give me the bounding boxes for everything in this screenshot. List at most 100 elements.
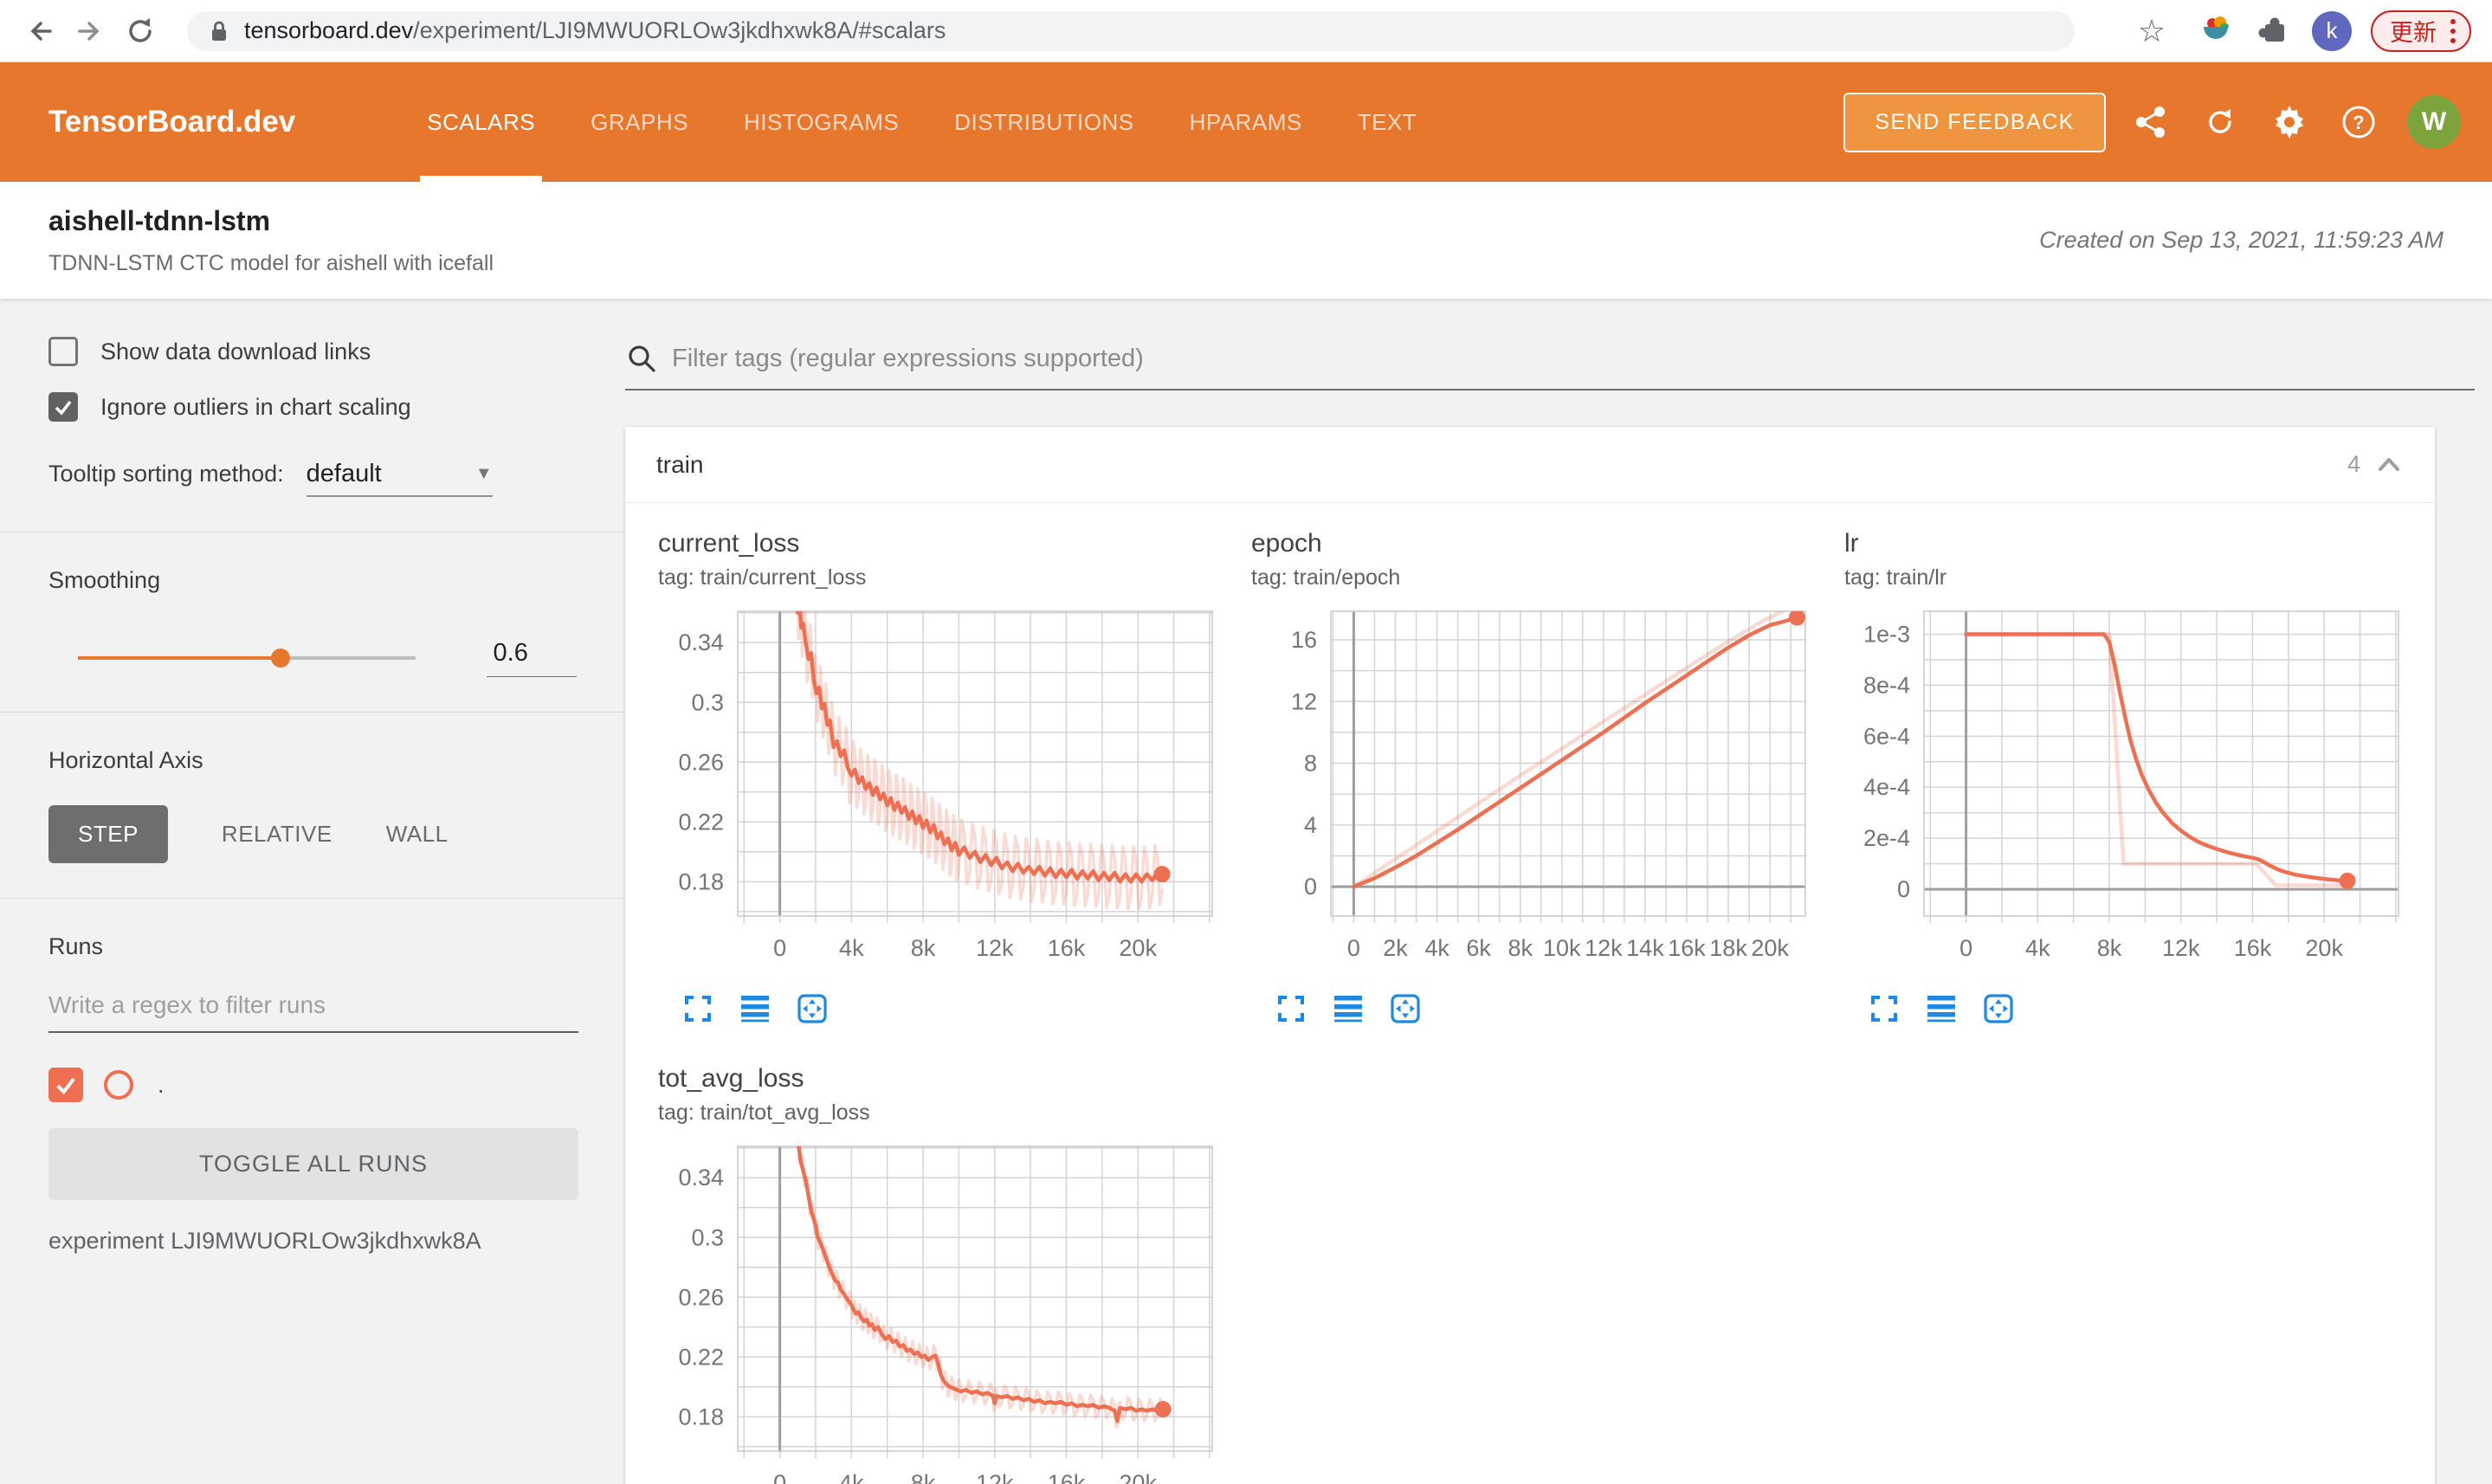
run-checkbox[interactable] bbox=[48, 1068, 83, 1102]
browser-toolbar: tensorboard.dev/experiment/LJI9MWUORLOw3… bbox=[0, 0, 2492, 62]
svg-text:0: 0 bbox=[1897, 876, 1910, 902]
reload-icon[interactable] bbox=[121, 12, 159, 50]
svg-text:12: 12 bbox=[1291, 688, 1317, 714]
settings-gear-icon[interactable] bbox=[2265, 98, 2314, 146]
fullscreen-icon[interactable] bbox=[1274, 991, 1308, 1026]
smoothing-value[interactable]: 0.6 bbox=[486, 639, 577, 677]
fullscreen-icon[interactable] bbox=[1867, 991, 1901, 1026]
tooltip-sorting-dropdown[interactable]: default ▼ bbox=[306, 460, 493, 497]
tag-group-count: 4 bbox=[2347, 451, 2360, 477]
toggle-all-runs-button[interactable]: TOGGLE ALL RUNS bbox=[48, 1128, 578, 1200]
app-logo: TensorBoard.dev bbox=[48, 105, 296, 139]
browser-menu-icon[interactable] bbox=[2450, 18, 2456, 43]
svg-text:16k: 16k bbox=[1048, 935, 1086, 961]
app-header: TensorBoard.dev SCALARS GRAPHS HISTOGRAM… bbox=[0, 62, 2492, 182]
back-icon[interactable] bbox=[21, 12, 59, 50]
scalar-chart-card: tot_avg_loss tag: train/tot_avg_loss 0.1… bbox=[658, 1064, 1230, 1484]
charts-grid: current_loss tag: train/current_loss 0.1… bbox=[625, 503, 2435, 1484]
tab-histograms[interactable]: HISTOGRAMS bbox=[725, 62, 918, 182]
lock-icon bbox=[212, 21, 226, 41]
tab-scalars[interactable]: SCALARS bbox=[408, 62, 554, 182]
svg-text:0.34: 0.34 bbox=[678, 629, 724, 655]
bookmark-star-icon[interactable]: ☆ bbox=[2137, 12, 2175, 50]
svg-text:12k: 12k bbox=[1585, 935, 1623, 961]
svg-text:16k: 16k bbox=[1668, 935, 1706, 961]
send-feedback-button[interactable]: SEND FEEDBACK bbox=[1843, 92, 2106, 152]
svg-text:?: ? bbox=[2353, 112, 2364, 133]
chart-canvas[interactable]: 0.18 0.22 0.26 0.3 0.34 0 4k 8k 12k 16k 20k bbox=[658, 601, 1230, 988]
svg-text:6e-4: 6e-4 bbox=[1863, 723, 1910, 749]
svg-text:16k: 16k bbox=[1048, 1470, 1086, 1484]
svg-text:4k: 4k bbox=[1424, 935, 1449, 961]
forward-icon[interactable] bbox=[71, 12, 109, 50]
ignore-outliers-checkbox[interactable] bbox=[48, 392, 78, 422]
experiment-id-line: experiment LJI9MWUORLOw3jkdhxwk8A bbox=[48, 1228, 481, 1254]
svg-text:2k: 2k bbox=[1383, 935, 1408, 961]
chart-canvas[interactable]: 0 4 8 12 16 0 2k 4k 6k 8k 10k 12k 14k 16k 18k 20k bbox=[1251, 601, 1823, 988]
extension-fruit-icon[interactable] bbox=[2199, 12, 2232, 49]
svg-text:20k: 20k bbox=[1119, 935, 1157, 961]
collapse-group-button[interactable] bbox=[2374, 453, 2404, 477]
svg-text:2e-4: 2e-4 bbox=[1863, 825, 1910, 851]
chart-canvas[interactable]: 0.18 0.22 0.26 0.3 0.34 0 4k 8k 12k 16k 20k bbox=[658, 1136, 1230, 1484]
url-text: tensorboard.dev/experiment/LJI9MWUORLOw3… bbox=[244, 17, 946, 43]
experiment-description: TDNN-LSTM CTC model for aishell with ice… bbox=[48, 250, 494, 275]
svg-text:18k: 18k bbox=[1709, 935, 1747, 961]
axis-wall-button[interactable]: WALL bbox=[386, 821, 449, 848]
runs-filter-input[interactable] bbox=[48, 991, 578, 1033]
smoothing-slider-thumb[interactable] bbox=[270, 648, 290, 668]
refresh-icon[interactable] bbox=[2196, 98, 2244, 146]
url-bar[interactable]: tensorboard.dev/experiment/LJI9MWUORLOw3… bbox=[187, 10, 2075, 51]
tag-group-card: train 4 current_loss tag: train/current_… bbox=[625, 427, 2435, 1484]
search-icon bbox=[629, 345, 655, 372]
tab-hparams[interactable]: HPARAMS bbox=[1171, 62, 1321, 182]
svg-text:0.3: 0.3 bbox=[691, 689, 724, 715]
svg-text:0.18: 0.18 bbox=[678, 868, 724, 894]
tab-graphs[interactable]: GRAPHS bbox=[571, 62, 707, 182]
help-icon[interactable]: ? bbox=[2334, 98, 2383, 146]
smoothing-label: Smoothing bbox=[48, 567, 161, 593]
scalar-chart-card: epoch tag: train/epoch 0 4 8 12 16 0 2k 4k 6k 8k 1… bbox=[1251, 529, 1823, 1026]
chrome-update-button[interactable]: 更新 bbox=[2371, 10, 2471, 52]
svg-text:8k: 8k bbox=[2097, 935, 2122, 961]
chart-title: current_loss bbox=[658, 529, 800, 558]
show-download-links-label: Show data download links bbox=[100, 338, 371, 365]
svg-text:0: 0 bbox=[1959, 935, 1972, 961]
svg-text:4k: 4k bbox=[839, 935, 864, 961]
browser-profile-avatar[interactable]: k bbox=[2312, 10, 2352, 51]
svg-text:12k: 12k bbox=[2162, 935, 2200, 961]
chart-canvas[interactable]: 0 2e-4 4e-4 6e-4 8e-4 1e-3 0 4k 8k 12k 16k 20k bbox=[1844, 601, 2416, 988]
tag-group-name: train bbox=[656, 450, 704, 478]
fit-data-icon[interactable] bbox=[795, 991, 830, 1026]
fit-data-icon[interactable] bbox=[1981, 991, 2016, 1026]
tab-text[interactable]: TEXT bbox=[1339, 62, 1436, 182]
svg-text:4: 4 bbox=[1304, 812, 1317, 838]
tab-distributions[interactable]: DISTRIBUTIONS bbox=[935, 62, 1152, 182]
svg-text:1e-3: 1e-3 bbox=[1863, 622, 1910, 648]
svg-text:0.34: 0.34 bbox=[678, 1165, 724, 1190]
user-avatar[interactable]: W bbox=[2407, 95, 2461, 149]
axis-relative-button[interactable]: RELATIVE bbox=[222, 821, 332, 848]
show-download-links-checkbox[interactable] bbox=[48, 337, 78, 366]
fullscreen-icon[interactable] bbox=[681, 991, 715, 1026]
filter-tags-input[interactable] bbox=[672, 344, 2475, 373]
log-scale-icon[interactable] bbox=[1331, 991, 1365, 1026]
svg-text:20k: 20k bbox=[1751, 935, 1789, 961]
chart-title: epoch bbox=[1251, 529, 1322, 558]
tag-group-header[interactable]: train 4 bbox=[625, 427, 2435, 503]
fit-data-icon[interactable] bbox=[1388, 991, 1423, 1026]
extensions-puzzle-icon[interactable] bbox=[2256, 13, 2288, 48]
log-scale-icon[interactable] bbox=[1924, 991, 1959, 1026]
share-icon[interactable] bbox=[2127, 98, 2175, 146]
smoothing-slider[interactable] bbox=[78, 648, 416, 668]
axis-step-button[interactable]: STEP bbox=[48, 805, 168, 863]
chart-title: lr bbox=[1844, 529, 1859, 558]
svg-text:8k: 8k bbox=[911, 935, 936, 961]
log-scale-icon[interactable] bbox=[738, 991, 772, 1026]
sidebar-divider bbox=[0, 712, 625, 713]
svg-text:16: 16 bbox=[1291, 627, 1317, 653]
svg-text:4e-4: 4e-4 bbox=[1863, 774, 1910, 800]
settings-sidebar: Show data download links Ignore outliers… bbox=[0, 299, 625, 1484]
svg-text:16k: 16k bbox=[2234, 935, 2272, 961]
experiment-name: aishell-tdnn-lstm bbox=[48, 204, 271, 236]
